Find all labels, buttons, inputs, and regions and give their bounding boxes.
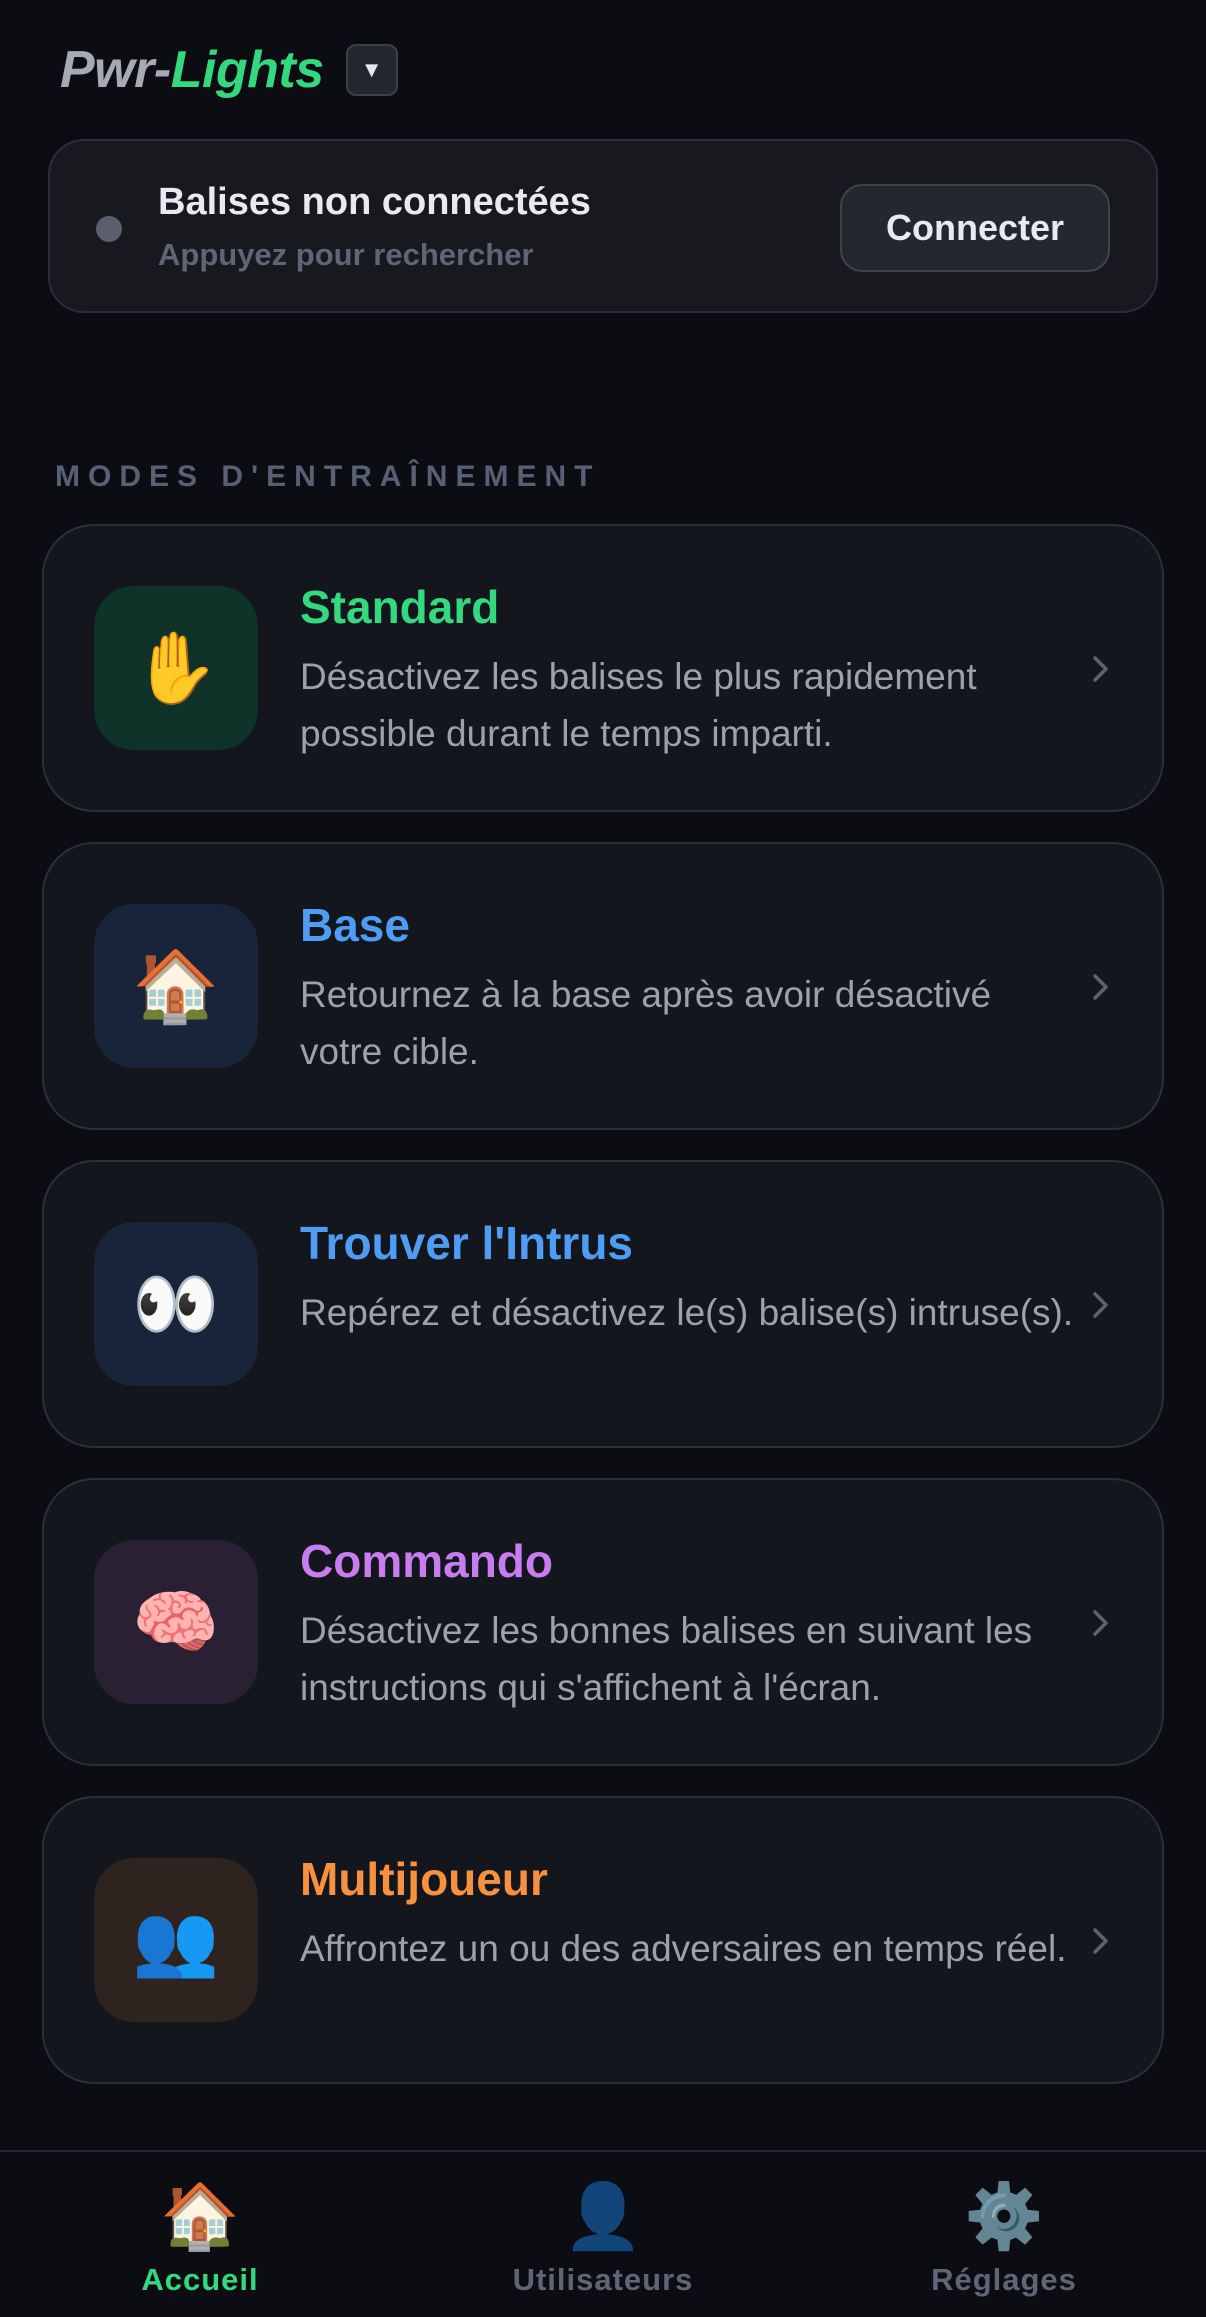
bottom-tab-bar: 🏠 Accueil 👤 Utilisateurs ⚙️ Réglages	[0, 2150, 1206, 2317]
mode-description: Affrontez un ou des adversaires en temps…	[300, 1928, 1067, 1969]
caret-down-icon: ▼	[360, 57, 383, 82]
mode-title: Commando	[300, 1535, 553, 1587]
mode-title: Standard	[300, 581, 500, 633]
app-logo: Pwr-Lights	[60, 40, 324, 100]
mode-card-base[interactable]: 🏠 Base Retournez à la base après avoir d…	[42, 842, 1164, 1130]
user-icon: 👤	[563, 2180, 643, 2252]
tab-utilisateurs[interactable]: 👤 Utilisateurs	[453, 2180, 753, 2298]
connection-card[interactable]: Balises non connectées Appuyez pour rech…	[48, 139, 1158, 313]
mode-title: Multijoueur	[300, 1853, 548, 1905]
tab-reglages[interactable]: ⚙️ Réglages	[854, 2180, 1154, 2298]
connection-status-dot	[96, 216, 122, 242]
chevron-right-icon	[1093, 1292, 1108, 1318]
brain-icon: 🧠	[94, 1540, 258, 1704]
raised-hand-icon: ✋	[94, 586, 258, 750]
logo-text-pwr: Pwr-	[60, 41, 171, 99]
raised-hand-glyph: ✋	[132, 629, 220, 707]
gear-icon: ⚙️	[964, 2180, 1044, 2252]
tab-label: Accueil	[141, 2262, 259, 2297]
chevron-right-icon	[1093, 1928, 1108, 1954]
mode-description: Retournez à la base après avoir désactiv…	[300, 974, 992, 1072]
chevron-right-icon	[1093, 1610, 1108, 1636]
mode-title: Trouver l'Intrus	[300, 1217, 634, 1269]
connection-title: Balises non connectées	[158, 181, 591, 223]
tab-accueil[interactable]: 🏠 Accueil	[50, 2180, 350, 2298]
chevron-right-icon	[1093, 656, 1108, 682]
house-icon: 🏠	[94, 904, 258, 1068]
mode-card-multijoueur[interactable]: 👥 Multijoueur Affrontez un ou des advers…	[42, 1796, 1164, 2084]
mode-description: Repérez et désactivez le(s) balise(s) in…	[300, 1292, 1074, 1333]
mode-title: Base	[300, 899, 410, 951]
users-glyph: 👥	[132, 1901, 220, 1979]
mode-card-trouver-intrus[interactable]: 👀 Trouver l'Intrus Repérez et désactivez…	[42, 1160, 1164, 1448]
app-header: Pwr-Lights ▼	[60, 38, 398, 102]
mode-description: Désactivez les balises le plus rapidemen…	[300, 656, 977, 754]
logo-text-lights: Lights	[170, 41, 324, 99]
brain-glyph: 🧠	[132, 1583, 220, 1661]
connect-button[interactable]: Connecter	[840, 184, 1110, 272]
connection-subtitle: Appuyez pour rechercher	[158, 237, 534, 272]
app-switcher-dropdown[interactable]: ▼	[345, 44, 398, 96]
mode-card-standard[interactable]: ✋ Standard Désactivez les balises le plu…	[42, 524, 1164, 812]
home-icon: 🏠	[160, 2180, 240, 2252]
mode-description: Désactivez les bonnes balises en suivant…	[300, 1610, 1033, 1708]
eyes-icon: 👀	[94, 1222, 258, 1386]
eyes-glyph: 👀	[132, 1265, 220, 1343]
house-glyph: 🏠	[132, 947, 220, 1025]
chevron-right-icon	[1093, 974, 1108, 1000]
users-icon: 👥	[94, 1858, 258, 2022]
tab-label: Réglages	[931, 2262, 1077, 2297]
tab-label: Utilisateurs	[512, 2262, 694, 2297]
mode-card-commando[interactable]: 🧠 Commando Désactivez les bonnes balises…	[42, 1478, 1164, 1766]
section-title: MODES D'ENTRAÎNEMENT	[55, 460, 601, 493]
